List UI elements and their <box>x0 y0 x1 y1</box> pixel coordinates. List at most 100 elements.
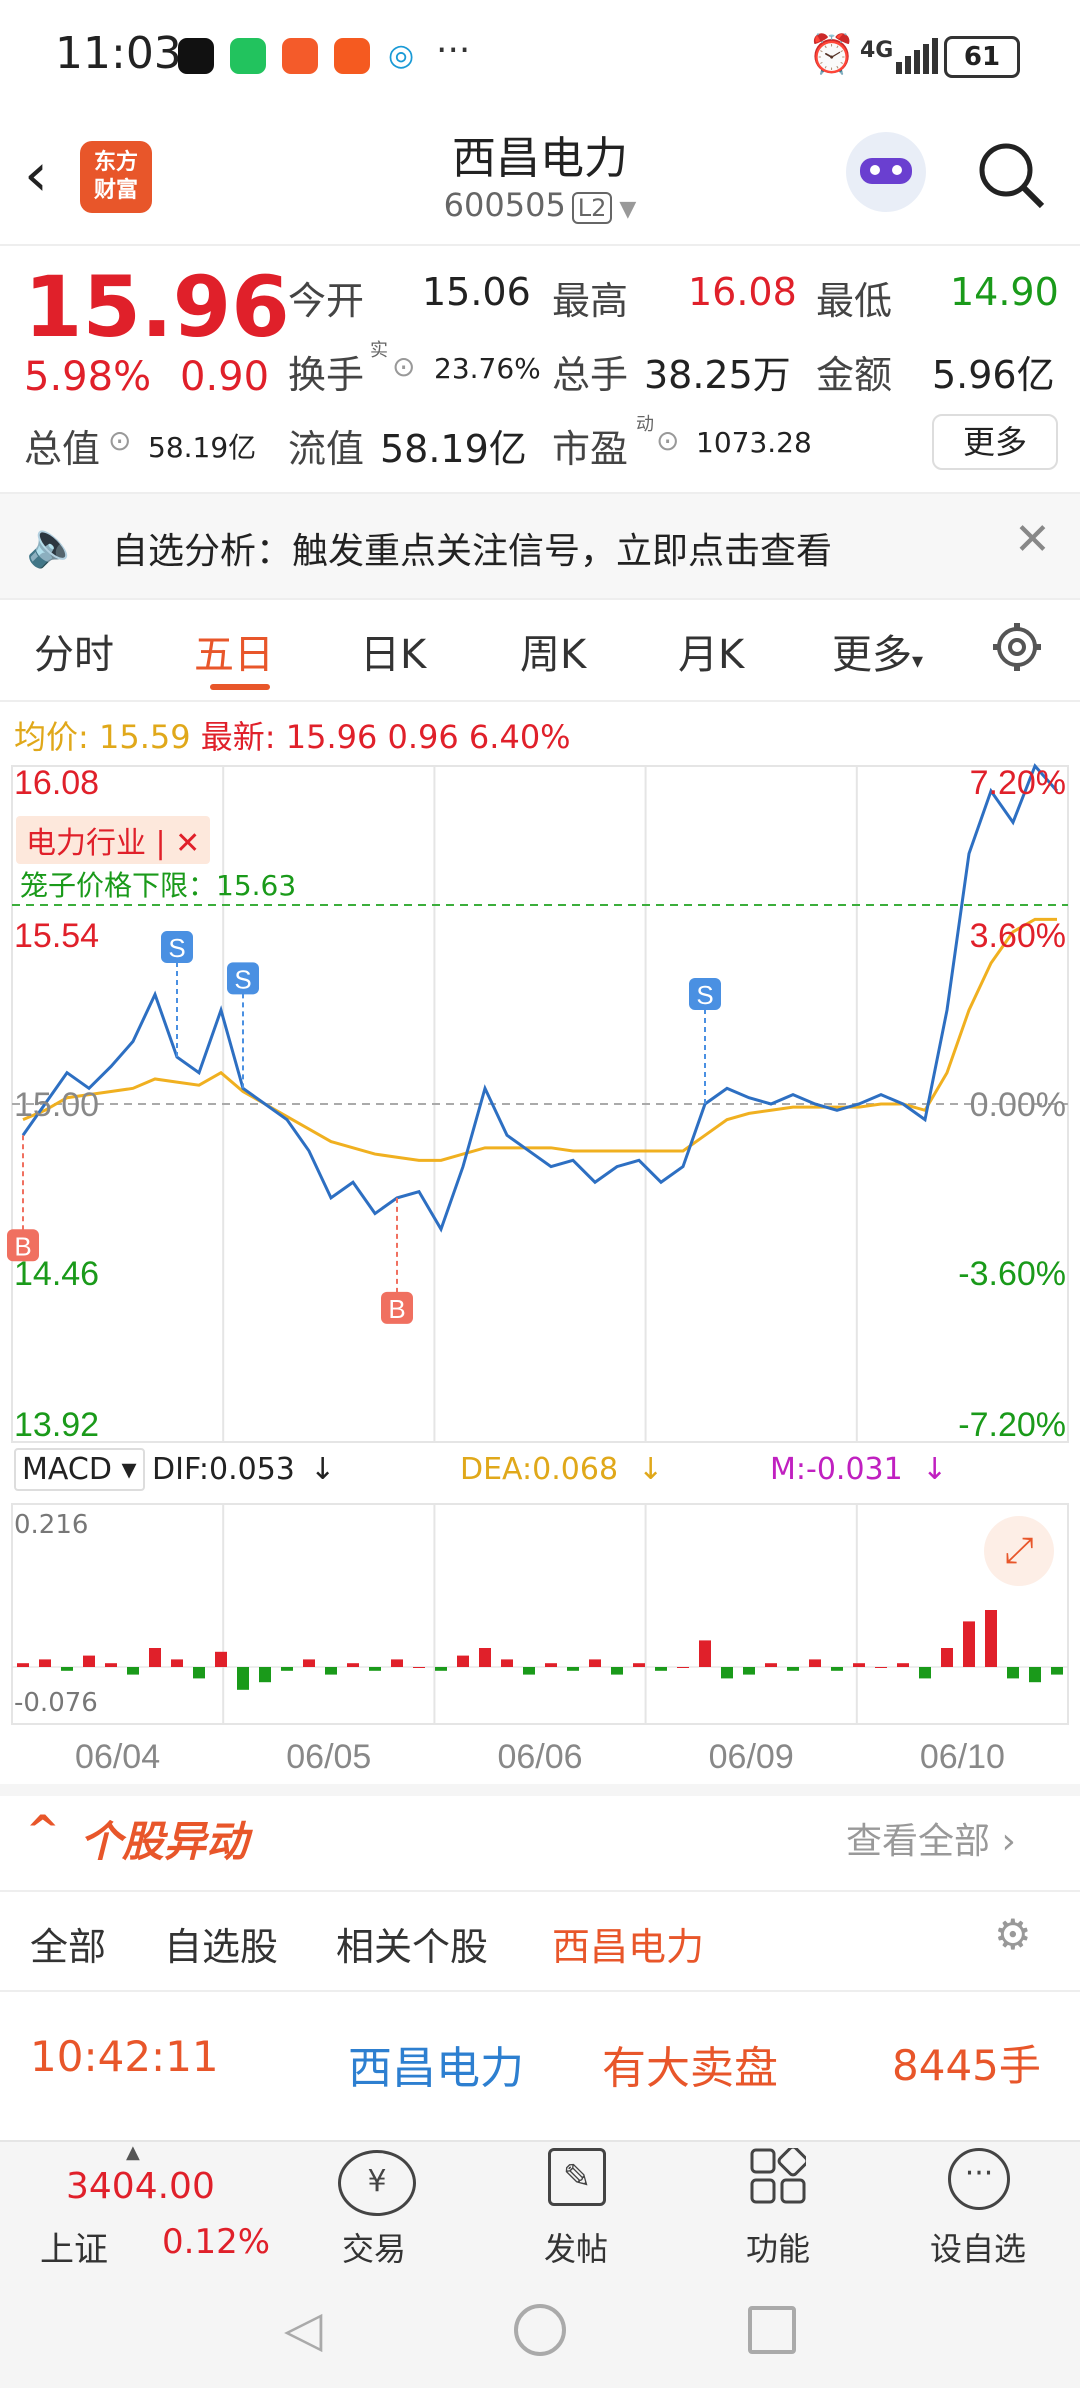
macd-dea: DEA:0.068 <box>460 1452 619 1487</box>
low-label: 最低 <box>816 279 893 323</box>
expand-icon[interactable]: ⤢ <box>984 1516 1054 1586</box>
recents-nav-icon[interactable] <box>748 2306 796 2354</box>
tab-more[interactable]: 更多▾ <box>832 622 923 680</box>
more-button[interactable]: 更多 <box>932 414 1058 470</box>
nav-trade[interactable]: 交易 <box>304 2224 444 2270</box>
close-icon[interactable]: ✕ <box>1014 514 1051 565</box>
gear-icon[interactable]: ⚙ <box>994 1910 1032 1959</box>
macd-bottom: -0.076 <box>14 1688 98 1718</box>
amount-label: 金额 <box>816 353 893 397</box>
settings-icon[interactable] <box>990 620 1044 674</box>
section-divider <box>0 1784 1080 1796</box>
speaker-icon: 🔈 <box>26 519 81 570</box>
macd-bar <box>479 1648 491 1667</box>
dif-down-icon: ↓ <box>310 1452 336 1487</box>
macd-bar <box>611 1667 623 1675</box>
chevron-up-icon[interactable]: ^ <box>26 1808 60 1854</box>
macd-bar <box>83 1655 95 1667</box>
turnover-sup: 实 <box>370 340 388 361</box>
battery-icon: 61 <box>944 36 1020 78</box>
macd-bar <box>589 1659 601 1667</box>
turnover-value: 23.76% <box>434 352 541 385</box>
info-icon[interactable]: ⊙ <box>656 424 679 457</box>
float-label: 流值 <box>288 427 365 471</box>
pe-value: 1073.28 <box>696 426 812 459</box>
filter-all[interactable]: 全部 <box>30 1916 106 1971</box>
macd-bar <box>105 1663 117 1667</box>
index-name[interactable]: 上证 <box>40 2222 108 2271</box>
tab-more-label: 更多 <box>832 632 912 678</box>
volume-label: 总手 <box>552 353 629 397</box>
y-left-tick: 15.54 <box>14 917 99 955</box>
latest-pct: 6.40% <box>468 718 571 756</box>
chevron-down-icon[interactable]: ▼ <box>612 197 636 222</box>
notice-text: 自选分析：触发重点关注信号，立即点击查看 <box>112 531 833 572</box>
tab-underline <box>210 684 270 690</box>
filter-stock[interactable]: 西昌电力 <box>552 1916 704 1971</box>
notice-bar[interactable]: 🔈 自选分析：触发重点关注信号，立即点击查看 ✕ <box>0 492 1080 600</box>
marker-label: B <box>14 1231 31 1261</box>
nav-post[interactable]: 发帖 <box>506 2224 646 2270</box>
macd-bar <box>787 1667 799 1671</box>
marker-label: S <box>168 933 185 963</box>
macd-selector[interactable]: MACD ▾ <box>14 1448 145 1491</box>
five-day-chart[interactable]: 16.08 7.20%15.54 3.60%15.00 0.00%14.46 -3.60… <box>0 762 1080 1782</box>
info-icon[interactable]: ⊙ <box>392 350 415 383</box>
macd-bar <box>897 1663 909 1667</box>
macd-bar <box>633 1663 645 1667</box>
back-nav-icon[interactable]: ◁ <box>284 2300 322 2358</box>
alert-stock[interactable]: 西昌电力 <box>348 2032 524 2096</box>
nav-add-watchlist[interactable]: 设自选 <box>908 2224 1048 2270</box>
filter-watchlist[interactable]: 自选股 <box>164 1916 278 1971</box>
macd-top: 0.216 <box>14 1510 89 1540</box>
industry-tag[interactable]: 电力行业 | ✕ <box>16 816 211 864</box>
y-left-tick: 13.92 <box>14 1406 99 1444</box>
macd-bar <box>875 1667 887 1668</box>
macd-bar <box>853 1663 865 1667</box>
macd-bar <box>237 1667 249 1690</box>
info-icon[interactable]: ⊙ <box>108 424 131 457</box>
pe-sup: 动 <box>636 414 654 435</box>
y-right-tick: 0.00% <box>970 1086 1066 1124</box>
macd-bar <box>171 1659 183 1667</box>
x-tick: 06/06 <box>497 1738 582 1776</box>
function-icon[interactable] <box>750 2148 806 2204</box>
turnover-label: 换手 <box>288 353 365 397</box>
change-value: 0.90 <box>180 354 270 400</box>
high-label: 最高 <box>552 279 629 323</box>
macd-bar <box>61 1667 73 1671</box>
index-value[interactable]: 3404.00 <box>66 2166 215 2207</box>
macd-bar <box>303 1659 315 1667</box>
cage-label: 笼子价格下限：15.63 <box>20 869 297 902</box>
view-all-link[interactable]: 查看全部 › <box>846 1812 1016 1864</box>
x-tick: 06/10 <box>920 1738 1005 1776</box>
tab-monthly-k[interactable]: 月K <box>678 622 744 680</box>
summary-line: 均价: 15.59 最新: 15.96 0.96 6.40% <box>14 712 571 758</box>
macd-bar <box>149 1648 161 1667</box>
open-label: 今开 <box>288 279 365 323</box>
tab-weekly-k[interactable]: 周K <box>520 622 586 680</box>
index-pct[interactable]: 0.12% <box>162 2222 270 2262</box>
latest-value: 15.96 <box>285 718 378 756</box>
tab-daily-k[interactable]: 日K <box>360 622 426 680</box>
search-icon[interactable] <box>976 140 1048 212</box>
caret-up-icon: ▲ <box>126 2142 140 2163</box>
macd-bar <box>435 1667 447 1671</box>
robot-avatar-icon[interactable] <box>846 132 926 212</box>
nav-function[interactable]: 功能 <box>708 2224 848 2270</box>
wechat-icon <box>230 38 266 74</box>
post-icon[interactable]: ✎ <box>548 2148 606 2206</box>
tab-five-day[interactable]: 五日 <box>194 622 274 680</box>
tab-intraday[interactable]: 分时 <box>34 622 114 680</box>
macd-bar <box>677 1667 689 1668</box>
macd-bar <box>413 1667 425 1668</box>
level2-badge[interactable]: L2 <box>571 192 613 224</box>
home-nav-icon[interactable] <box>514 2304 566 2356</box>
view-all-label: 查看全部 <box>846 1821 991 1862</box>
filter-related[interactable]: 相关个股 <box>336 1916 488 1971</box>
divider <box>0 1890 1080 1892</box>
tiktok-icon <box>178 38 214 74</box>
trade-icon[interactable]: ¥ <box>338 2150 416 2216</box>
dea-down-icon: ↓ <box>638 1452 664 1487</box>
more-icon[interactable]: ··· <box>948 2148 1010 2210</box>
